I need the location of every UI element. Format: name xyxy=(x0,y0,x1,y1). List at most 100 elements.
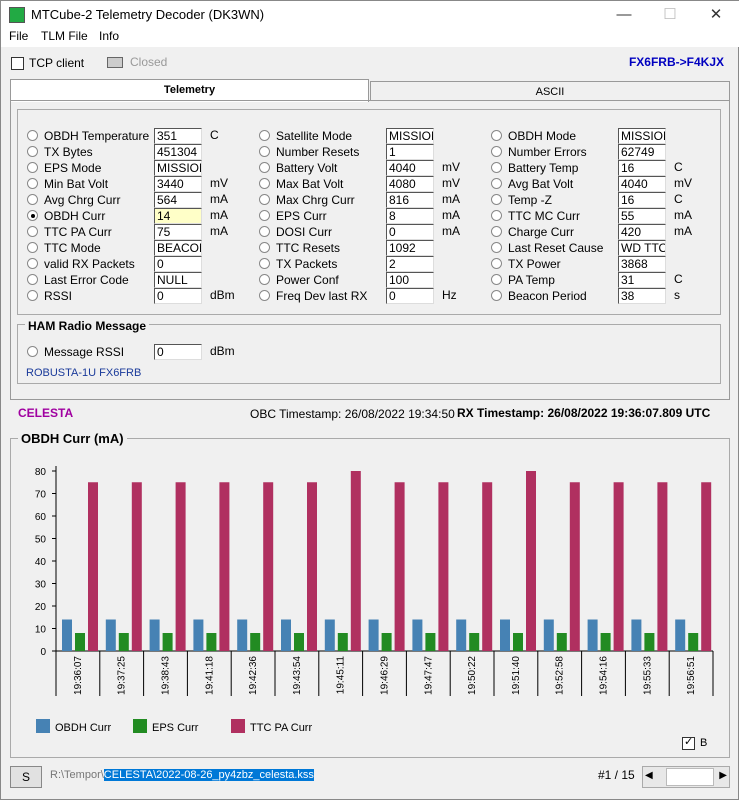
y-tick-label: 10 xyxy=(35,625,47,636)
telemetry-unit: mA xyxy=(210,208,228,222)
tab-ascii[interactable]: ASCII xyxy=(370,81,730,101)
telemetry-radio[interactable] xyxy=(491,194,502,205)
telemetry-value[interactable]: 0 xyxy=(154,256,202,272)
telemetry-radio[interactable] xyxy=(491,162,502,173)
telemetry-value[interactable]: 816 xyxy=(386,192,434,208)
telemetry-value[interactable]: 1 xyxy=(386,144,434,160)
telemetry-row: EPS Mode MISSION xyxy=(27,160,252,176)
telemetry-value[interactable]: 100 xyxy=(386,272,434,288)
telemetry-radio[interactable] xyxy=(27,130,38,141)
telemetry-value[interactable]: 4040 xyxy=(386,160,434,176)
telemetry-label: valid RX Packets xyxy=(44,257,135,271)
telemetry-radio[interactable] xyxy=(27,242,38,253)
telemetry-value[interactable]: 16 xyxy=(618,192,666,208)
telemetry-radio[interactable] xyxy=(259,242,270,253)
menu-info[interactable]: Info xyxy=(99,29,119,43)
telemetry-value[interactable]: 55 xyxy=(618,208,666,224)
telemetry-radio[interactable] xyxy=(491,258,502,269)
telemetry-value[interactable]: 3440 xyxy=(154,176,202,192)
telemetry-radio[interactable] xyxy=(491,290,502,301)
telemetry-radio[interactable] xyxy=(491,242,502,253)
y-tick-label: 30 xyxy=(35,580,47,591)
telemetry-radio[interactable] xyxy=(27,194,38,205)
telemetry-radio[interactable] xyxy=(27,210,38,221)
ham-rssi-value[interactable]: 0 xyxy=(154,344,202,360)
telemetry-radio[interactable] xyxy=(491,146,502,157)
bar-ttc-pa-curr xyxy=(613,482,624,651)
telemetry-value[interactable]: 14 xyxy=(154,208,202,224)
telemetry-radio[interactable] xyxy=(491,130,502,141)
telemetry-radio[interactable] xyxy=(27,258,38,269)
telemetry-value[interactable]: NULL xyxy=(154,272,202,288)
telemetry-radio[interactable] xyxy=(259,290,270,301)
telemetry-value[interactable]: 16 xyxy=(618,160,666,176)
legend-label: TTC PA Curr xyxy=(250,722,312,734)
telemetry-value[interactable]: 4080 xyxy=(386,176,434,192)
telemetry-value[interactable]: 3868 xyxy=(618,256,666,272)
telemetry-radio[interactable] xyxy=(27,146,38,157)
connection-indicator xyxy=(107,57,123,68)
scroll-thumb[interactable] xyxy=(666,768,714,786)
close-button[interactable]: ✕ xyxy=(693,1,739,29)
telemetry-value[interactable]: 564 xyxy=(154,192,202,208)
telemetry-value[interactable]: 4040 xyxy=(618,176,666,192)
bar-eps-curr xyxy=(425,633,436,651)
telemetry-value[interactable]: 31 xyxy=(618,272,666,288)
telemetry-value[interactable]: BEACON xyxy=(154,240,202,256)
bar-ttc-pa-curr xyxy=(482,482,493,651)
telemetry-value[interactable]: 0 xyxy=(386,224,434,240)
telemetry-value[interactable]: 351 xyxy=(154,128,202,144)
ham-rssi-radio[interactable] xyxy=(27,346,38,357)
bar-obdh-curr xyxy=(281,619,291,651)
telemetry-radio[interactable] xyxy=(259,130,270,141)
telemetry-row: Temp -Z 16 C xyxy=(491,192,716,208)
telemetry-radio[interactable] xyxy=(259,146,270,157)
telemetry-radio[interactable] xyxy=(27,178,38,189)
telemetry-unit: mV xyxy=(442,160,460,174)
telemetry-value[interactable]: 0 xyxy=(386,288,434,304)
b-checkbox[interactable]: ✓ xyxy=(682,736,695,750)
telemetry-radio[interactable] xyxy=(259,226,270,237)
telemetry-radio[interactable] xyxy=(491,178,502,189)
telemetry-value[interactable]: 75 xyxy=(154,224,202,240)
telemetry-radio[interactable] xyxy=(27,290,38,301)
telemetry-value[interactable]: MISSION xyxy=(618,128,666,144)
telemetry-value[interactable]: 1092 xyxy=(386,240,434,256)
telemetry-radio[interactable] xyxy=(259,194,270,205)
telemetry-radio[interactable] xyxy=(259,258,270,269)
telemetry-value[interactable]: MISSION xyxy=(154,160,202,176)
telemetry-value[interactable]: 420 xyxy=(618,224,666,240)
telemetry-value[interactable]: 2 xyxy=(386,256,434,272)
telemetry-value[interactable]: WD TTO xyxy=(618,240,666,256)
telemetry-radio[interactable] xyxy=(491,210,502,221)
record-scrollbar[interactable]: ◀ ▶ xyxy=(642,766,730,788)
legend-label: OBDH Curr xyxy=(55,722,112,734)
telemetry-value[interactable]: 62749 xyxy=(618,144,666,160)
tab-telemetry[interactable]: Telemetry xyxy=(10,79,369,102)
telemetry-row: Number Resets 1 xyxy=(259,144,484,160)
scroll-right-icon[interactable]: ▶ xyxy=(719,770,727,781)
telemetry-row: TTC Mode BEACON xyxy=(27,240,252,256)
minimize-button[interactable]: — xyxy=(601,1,647,29)
telemetry-radio[interactable] xyxy=(491,274,502,285)
scroll-left-icon[interactable]: ◀ xyxy=(645,770,653,781)
tcp-client-checkbox[interactable] xyxy=(11,57,24,70)
telemetry-value[interactable]: 8 xyxy=(386,208,434,224)
telemetry-radio[interactable] xyxy=(259,210,270,221)
telemetry-radio[interactable] xyxy=(27,274,38,285)
telemetry-radio[interactable] xyxy=(27,162,38,173)
telemetry-value[interactable]: 451304 xyxy=(154,144,202,160)
telemetry-radio[interactable] xyxy=(491,226,502,237)
telemetry-value[interactable]: 0 xyxy=(154,288,202,304)
telemetry-radio[interactable] xyxy=(259,162,270,173)
telemetry-radio[interactable] xyxy=(27,226,38,237)
telemetry-radio[interactable] xyxy=(259,178,270,189)
maximize-button[interactable]: ☐ xyxy=(647,1,693,29)
menu-tlm-file[interactable]: TLM File xyxy=(41,29,88,43)
menu-file[interactable]: File xyxy=(9,29,28,43)
telemetry-value[interactable]: 38 xyxy=(618,288,666,304)
telemetry-radio[interactable] xyxy=(259,274,270,285)
y-tick-label: 80 xyxy=(35,467,47,478)
telemetry-value[interactable]: MISSION xyxy=(386,128,434,144)
s-button[interactable]: S xyxy=(10,766,42,788)
